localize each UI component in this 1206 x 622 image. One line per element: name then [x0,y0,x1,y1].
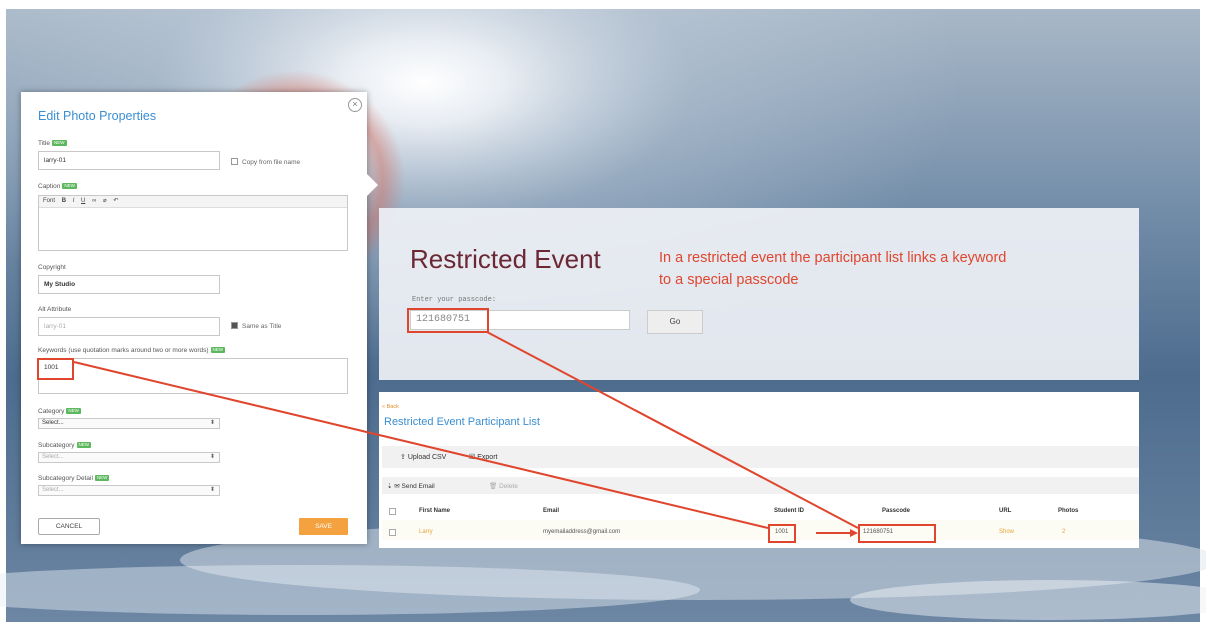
row-checkbox[interactable] [389,529,396,536]
back-link[interactable]: « Back [382,404,399,410]
trash-icon: 🗑 [489,483,500,490]
column-header-email[interactable]: Email [543,508,559,514]
subcategory-label: Subcategory NEW [38,442,91,449]
upload-icon: ⇪ [400,454,408,461]
subcategory-detail-select[interactable]: Select... ⬍ [38,485,220,496]
participant-list-panel: « Back Restricted Event Participant List… [379,392,1139,548]
category-select[interactable]: Select... ⬍ [38,418,220,429]
underline-icon[interactable]: U [81,198,85,204]
caption-editor[interactable]: Font B I U ∞ ⌀ ↶ [38,195,348,251]
participant-photos-count[interactable]: 2 [1062,529,1065,535]
subcategory-detail-label: Subcategory Detail NEW [38,475,110,482]
panel-title: Edit Photo Properties [38,109,157,123]
email-icon: ⇣ ✉ [387,483,402,490]
send-email-button[interactable]: ⇣ ✉ Send Email [387,482,435,490]
title-label: Title NEW [38,140,67,147]
caption-label: Caption NEW [38,183,77,190]
column-header-url[interactable]: URL [999,508,1011,514]
same-as-title-checkbox[interactable]: Same as Title [231,322,281,330]
passcode-label: Enter your passcode: [412,296,497,304]
keyword-highlight-box [37,358,74,380]
export-button[interactable]: ☒ Export [469,453,497,461]
checkbox-icon [231,158,238,165]
select-arrow-icon: ⬍ [209,454,215,460]
title-input[interactable]: larry-01 [38,151,220,170]
restricted-event-title: Restricted Event [410,244,601,274]
bold-icon[interactable]: B [62,198,66,204]
copy-from-file-checkbox[interactable]: Copy from file name [231,158,300,166]
close-icon[interactable]: × [348,98,362,112]
restricted-event-panel: Restricted Event Enter your passcode: 12… [379,208,1139,380]
delete-button[interactable]: 🗑 Delete [489,482,518,490]
copyright-input[interactable]: My Studio [38,275,220,294]
panel-pointer [367,174,378,196]
participant-first-name[interactable]: Larry [419,529,433,535]
participant-list-title: Restricted Event Participant List [384,416,540,428]
italic-icon[interactable]: I [73,198,75,204]
column-header-student-id[interactable]: Student ID [774,508,804,514]
passcode-highlight-box [407,308,489,333]
editor-toolbar: Font B I U ∞ ⌀ ↶ [39,196,347,208]
participant-email: myemailaddress@gmail.com [543,529,621,535]
font-dropdown[interactable]: Font [43,198,55,204]
unlink-icon[interactable]: ⌀ [103,198,107,204]
cancel-button[interactable]: CANCEL [38,518,100,535]
participant-url-link[interactable]: Show [999,529,1014,535]
save-button[interactable]: SAVE [299,518,348,535]
keywords-label: Keywords (use quotation marks around two… [38,347,226,354]
copyright-label: Copyright [38,264,66,271]
new-badge: NEW [52,140,67,146]
column-header-first-name[interactable]: First Name [419,508,450,514]
alt-attribute-label: Alt Attribute [38,306,72,313]
checkbox-checked-icon [231,322,238,329]
link-icon[interactable]: ∞ [92,198,96,204]
select-all-checkbox[interactable] [389,508,396,515]
category-label: Category NEW [38,408,81,415]
export-icon: ☒ [469,454,478,461]
go-button[interactable]: Go [647,310,703,334]
undo-icon[interactable]: ↶ [113,198,118,204]
upload-csv-button[interactable]: ⇪ Upload CSV [400,453,446,461]
subcategory-select[interactable]: Select... ⬍ [38,452,220,463]
column-header-passcode[interactable]: Passcode [882,508,910,514]
column-header-photos[interactable]: Photos [1058,508,1078,514]
student-id-highlight-box [768,524,796,543]
select-arrow-icon: ⬍ [209,487,215,493]
alt-attribute-input[interactable]: larry-01 [38,317,220,336]
keywords-textarea[interactable]: 1001 [38,358,348,394]
annotation-line-1: In a restricted event the participant li… [659,250,1007,266]
table-passcode-highlight-box [858,524,936,543]
edit-photo-properties-panel: × Edit Photo Properties Title NEW larry-0… [21,92,378,544]
select-arrow-icon: ⬍ [209,420,215,426]
table-row [382,520,1139,540]
annotation-line-2: to a special passcode [659,272,799,288]
